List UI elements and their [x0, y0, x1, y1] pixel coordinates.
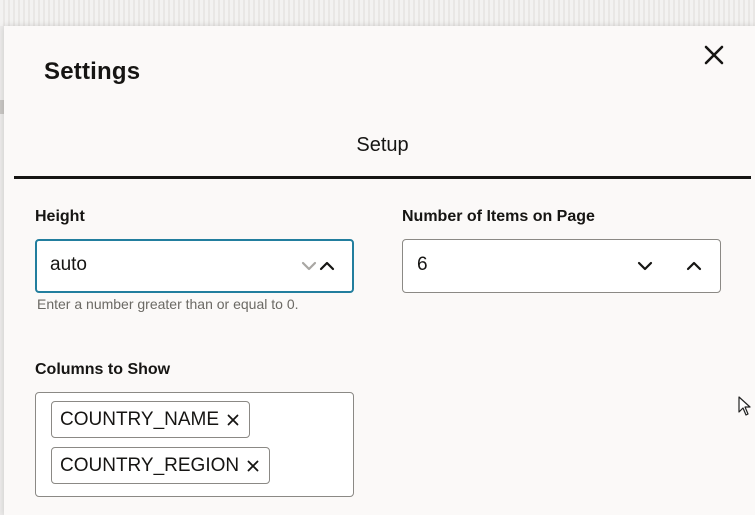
items-decrement-button[interactable] — [632, 253, 658, 279]
items-per-page-input[interactable]: 6 — [402, 239, 721, 293]
height-input[interactable]: auto — [35, 239, 354, 293]
close-icon — [704, 45, 724, 65]
columns-label: Columns to Show — [35, 361, 171, 378]
remove-icon[interactable] — [245, 458, 261, 474]
chip-country-region: COUNTRY_REGION — [51, 447, 271, 484]
settings-dialog: Settings Setup Height auto Enter a numbe… — [4, 26, 755, 515]
mouse-cursor-icon — [738, 396, 751, 416]
background-header-strip — [0, 0, 755, 26]
columns-select[interactable]: COUNTRY_NAME COUNTRY_REGION — [35, 392, 354, 497]
chevron-up-icon — [319, 261, 335, 271]
chevron-up-icon — [686, 261, 702, 271]
dialog-title: Settings — [44, 58, 141, 85]
height-help-text: Enter a number greater than or equal to … — [37, 296, 299, 312]
height-value: auto — [50, 254, 87, 275]
remove-icon[interactable] — [225, 412, 241, 428]
items-per-page-value: 6 — [417, 254, 428, 275]
tab-setup[interactable]: Setup — [14, 114, 751, 179]
chip-label: COUNTRY_NAME — [60, 408, 220, 430]
chip-label: COUNTRY_REGION — [60, 454, 240, 476]
height-increment[interactable] — [314, 253, 340, 279]
chip-country-name: COUNTRY_NAME — [51, 401, 251, 438]
tab-setup-label: Setup — [356, 133, 409, 156]
items-increment-button[interactable] — [681, 253, 707, 279]
items-per-page-label: Number of Items on Page — [402, 208, 595, 225]
chevron-down-icon — [637, 261, 653, 271]
height-label: Height — [35, 208, 85, 225]
close-button[interactable] — [697, 38, 731, 72]
